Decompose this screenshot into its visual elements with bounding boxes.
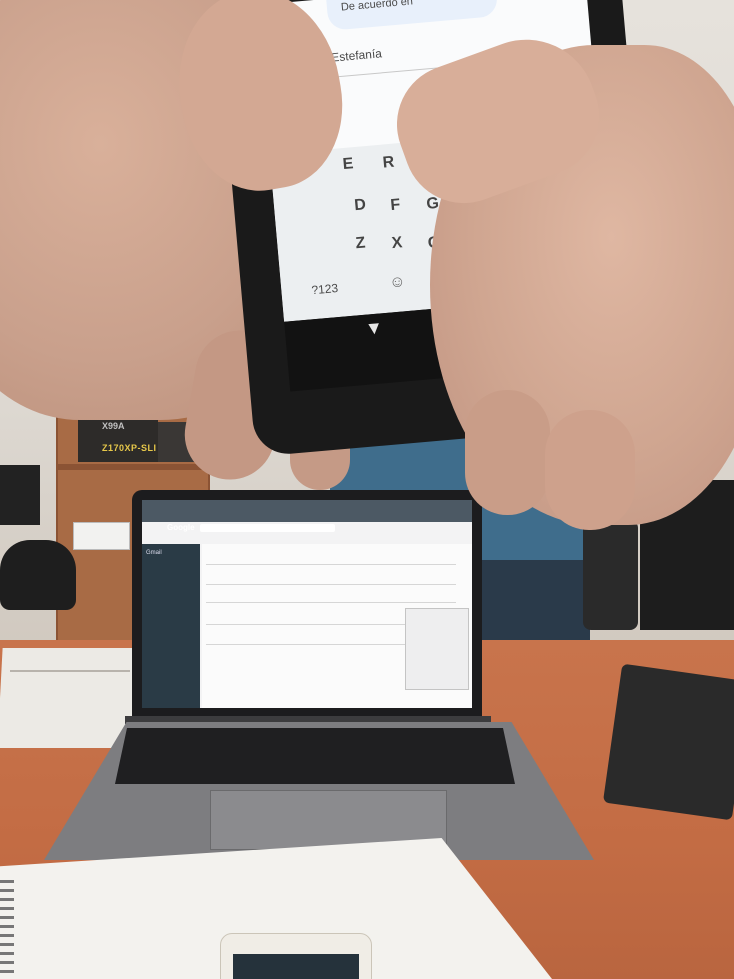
small-phone-screen xyxy=(233,954,359,979)
key-symbols: ?123 xyxy=(310,280,339,298)
right-finger xyxy=(465,390,550,515)
box-brand-label: X99A xyxy=(102,421,125,431)
gmail-row xyxy=(206,584,456,585)
key-f: F xyxy=(389,196,401,215)
emoji-icon: ☺ xyxy=(388,273,407,292)
paper-stack-shelf xyxy=(73,522,130,550)
gmail-chat-window xyxy=(405,608,469,690)
office-chair-right xyxy=(583,520,638,630)
office-chair-left xyxy=(0,540,76,610)
gmail-search-bar xyxy=(200,524,335,532)
key-x: X xyxy=(391,234,404,253)
gmail-label: Gmail xyxy=(146,550,162,556)
box-model-label: Z170XP-SLI xyxy=(102,443,157,453)
phone-field-label: Estefanía xyxy=(330,46,383,65)
back-icon: ▼ xyxy=(364,317,384,339)
laptop-screen: Google Gmail xyxy=(142,500,472,708)
photo-scene: X99A Z170XP-SLI Google Gmail De acuerdo … xyxy=(0,0,734,979)
notebook-spiral xyxy=(0,880,14,979)
right-finger xyxy=(545,410,635,530)
laptop-screen-banner xyxy=(142,500,472,522)
paper-line xyxy=(10,670,130,672)
keyboard-right xyxy=(602,663,734,821)
phone-field-title: De acuerdo en xyxy=(340,0,414,14)
phone-top-field: De acuerdo en xyxy=(326,0,499,31)
laptop-keyboard xyxy=(115,728,515,784)
key-z: Z xyxy=(354,234,367,253)
gmail-row xyxy=(206,602,456,603)
key-d: D xyxy=(353,196,367,215)
paper-stack-desk xyxy=(0,648,141,748)
key-e: E xyxy=(341,155,355,174)
google-logo: Google xyxy=(167,523,195,532)
shelf-board xyxy=(58,464,208,470)
small-phone xyxy=(220,933,372,979)
gmail-sidebar: Gmail xyxy=(142,544,200,708)
background-monitor xyxy=(0,465,40,525)
key-r: R xyxy=(381,153,395,172)
gmail-row xyxy=(206,564,456,565)
